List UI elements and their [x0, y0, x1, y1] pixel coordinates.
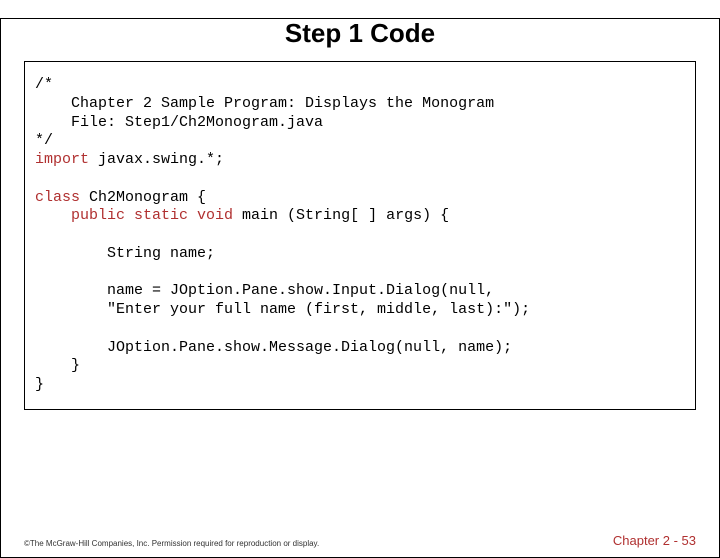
footer: ©The McGraw-Hill Companies, Inc. Permiss…	[24, 533, 696, 548]
slide-frame	[0, 18, 720, 558]
copyright-text: ©The McGraw-Hill Companies, Inc. Permiss…	[24, 539, 319, 548]
page-number: Chapter 2 - 53	[613, 533, 696, 548]
